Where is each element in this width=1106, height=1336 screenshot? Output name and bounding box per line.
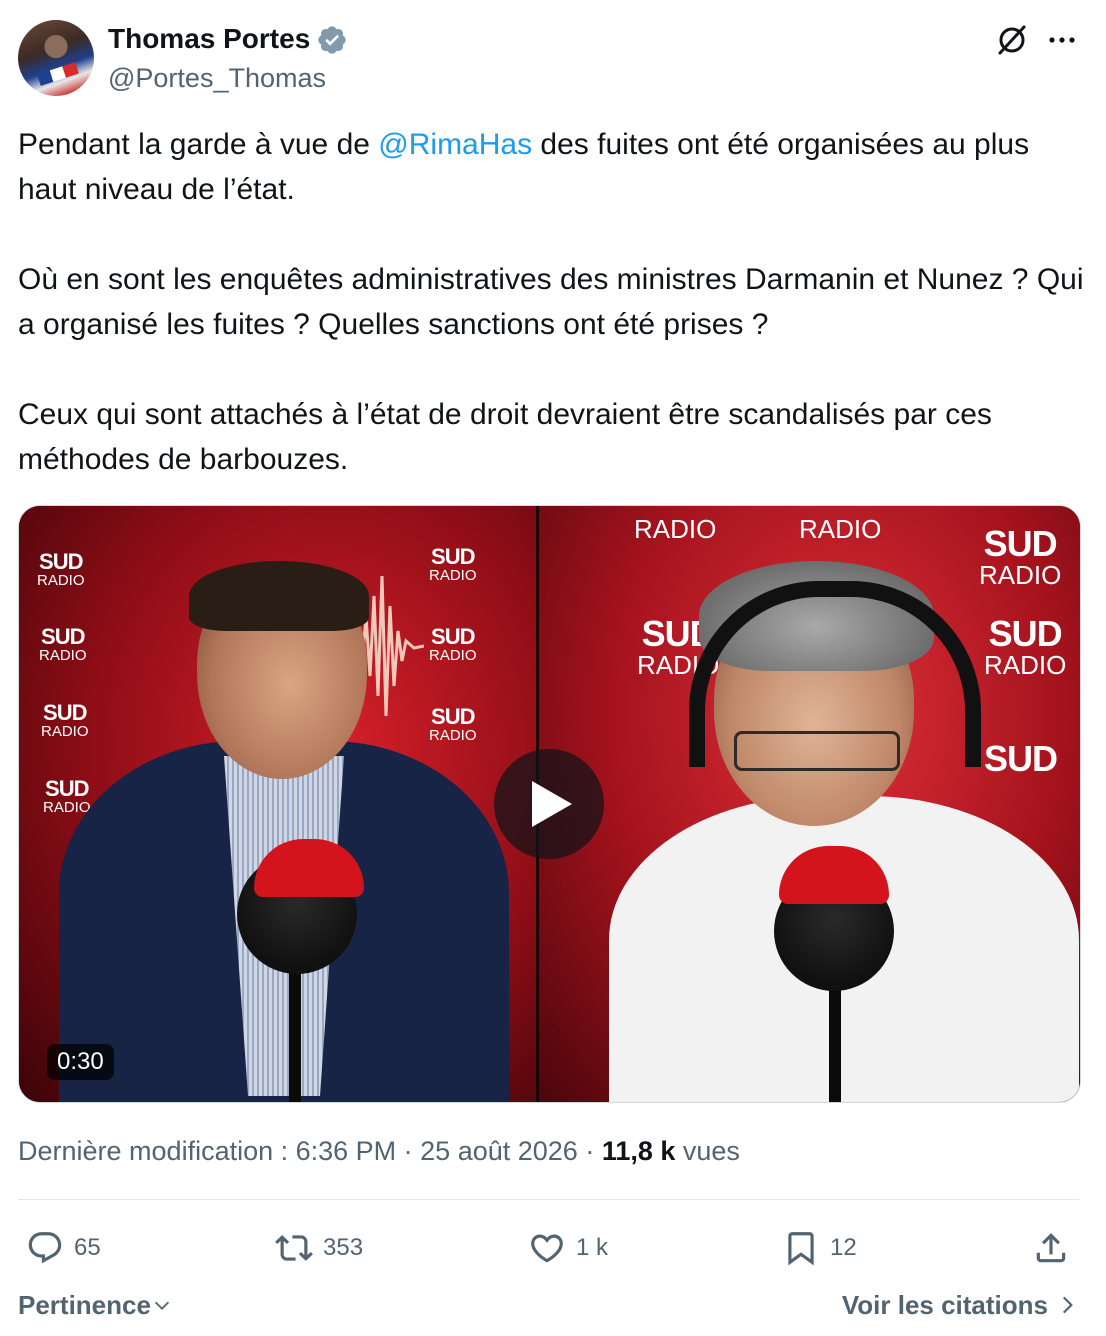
reply-count: 65 <box>74 1234 101 1261</box>
like-icon <box>531 1234 563 1263</box>
views-count: 11,8 k <box>601 1136 676 1166</box>
action-bar: 65 353 1 k 12 <box>0 1222 1106 1274</box>
tweet-text: Pendant la garde à vue de @RimaHas des f… <box>18 122 1088 482</box>
like-count: 1 k <box>576 1234 609 1261</box>
edited-timestamp[interactable]: Dernière modification : 6:36 PM · 25 aoû… <box>18 1136 602 1166</box>
play-button[interactable] <box>494 749 604 859</box>
bookmark-button[interactable]: 12 <box>782 1222 857 1274</box>
play-icon <box>532 781 572 827</box>
bookmark-count: 12 <box>830 1234 857 1261</box>
tweet-paragraph-3: Ceux qui sont attachés à l’état de droit… <box>18 398 992 476</box>
user-handle[interactable]: @Portes_Thomas <box>108 61 326 95</box>
repost-count: 353 <box>323 1234 364 1261</box>
chevron-down-icon <box>154 1301 170 1310</box>
sort-dropdown[interactable]: Pertinence <box>18 1289 173 1321</box>
grok-icon[interactable] <box>994 22 1030 58</box>
verified-badge-icon <box>318 26 346 54</box>
view-quotes-label: Voir les citations <box>841 1290 1048 1320</box>
view-quotes-link[interactable]: Voir les citations <box>842 1289 1080 1321</box>
tweet-paragraph-2: Où en sont les enquêtes administratives … <box>18 263 1084 341</box>
repost-button[interactable]: 353 <box>275 1222 363 1274</box>
tweet-header: Thomas Portes @Portes_Thomas <box>0 0 1106 110</box>
mention-link[interactable]: @RimaHas <box>378 128 532 161</box>
video-duration: 0:30 <box>47 1044 114 1080</box>
reply-icon <box>28 1232 62 1264</box>
share-icon <box>1036 1233 1066 1263</box>
sort-label: Pertinence <box>18 1290 151 1320</box>
video-player[interactable]: SUD RADIO SUD RADIO SUD RADIO SUD RADIO SUD R… <box>18 505 1081 1103</box>
more-icon[interactable] <box>1044 22 1080 58</box>
repost-icon <box>275 1235 313 1261</box>
video-right-pane: RADIO RADIO SUD RADIO SUD RADIO SUD RADIO S… <box>539 506 1080 1102</box>
reply-button[interactable]: 65 <box>26 1222 101 1274</box>
like-button[interactable]: 1 k <box>528 1222 608 1274</box>
views-label: vues <box>675 1136 740 1166</box>
tweet-paragraph-1: Pendant la garde à vue de @RimaHas des f… <box>18 128 1030 206</box>
chevron-right-icon <box>1062 1296 1073 1314</box>
display-name[interactable]: Thomas Portes <box>108 22 310 56</box>
divider <box>18 1199 1079 1200</box>
avatar[interactable] <box>18 20 94 96</box>
video-left-pane: SUD RADIO SUD RADIO SUD RADIO SUD RADIO SUD R… <box>19 506 536 1102</box>
tweet-metadata: Dernière modification : 6:36 PM · 25 aoû… <box>18 1133 740 1169</box>
share-button[interactable] <box>1032 1222 1070 1274</box>
bookmark-icon <box>788 1232 814 1266</box>
